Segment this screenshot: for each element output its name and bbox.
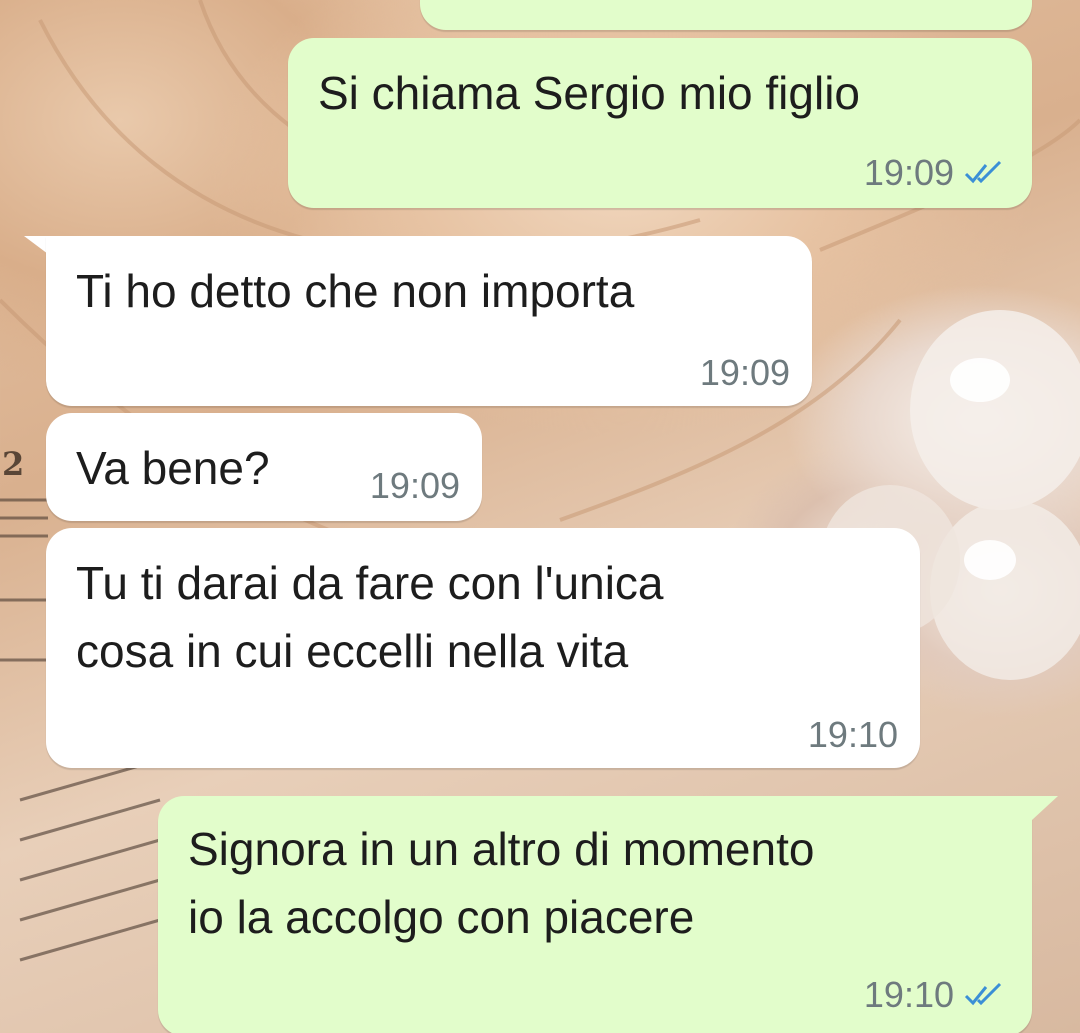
message-text: Va bene? bbox=[76, 442, 270, 494]
double-check-icon bbox=[964, 982, 1002, 1006]
message-text-line-2: cosa in cui eccelli nella vita bbox=[76, 625, 629, 677]
message-timestamp: 19:10 bbox=[863, 974, 954, 1015]
message-meta: 19:10 bbox=[864, 974, 1004, 1016]
message-bubble-incoming[interactable]: Ti ho detto che non importa 19:09 bbox=[46, 236, 812, 406]
message-timestamp: 19:10 bbox=[807, 714, 898, 755]
message-timestamp: 19:09 bbox=[863, 152, 954, 193]
message-timestamp: 19:09 bbox=[369, 465, 460, 506]
double-check-icon bbox=[964, 160, 1002, 184]
message-text-line-2: io la accolgo con piacere bbox=[188, 891, 695, 943]
bubble-tail bbox=[1032, 796, 1058, 820]
message-bubble-incoming[interactable]: Tu ti darai da fare con l'unica cosa in … bbox=[46, 528, 920, 768]
svg-text:2: 2 bbox=[2, 445, 24, 483]
message-bubble-outgoing[interactable]: Signora in un altro di momento io la acc… bbox=[158, 796, 1032, 1033]
message-bubble-incoming[interactable]: Va bene? 19:09 bbox=[46, 413, 482, 521]
message-text-line-1: Tu ti darai da fare con l'unica bbox=[76, 557, 664, 609]
message-bubble-outgoing[interactable]: Si chiama Sergio mio figlio 19:09 bbox=[288, 38, 1032, 208]
message-bubble-partial[interactable] bbox=[420, 0, 1032, 30]
message-text: Si chiama Sergio mio figlio bbox=[318, 67, 861, 119]
message-meta: 19:09 bbox=[864, 152, 1004, 194]
message-timestamp: 19:09 bbox=[699, 352, 790, 393]
message-text: Ti ho detto che non importa bbox=[76, 265, 635, 317]
message-meta: 19:10 bbox=[808, 714, 898, 756]
message-meta: 19:09 bbox=[700, 352, 790, 394]
message-meta: 19:09 bbox=[370, 465, 460, 507]
message-text-line-1: Signora in un altro di momento bbox=[188, 823, 815, 875]
